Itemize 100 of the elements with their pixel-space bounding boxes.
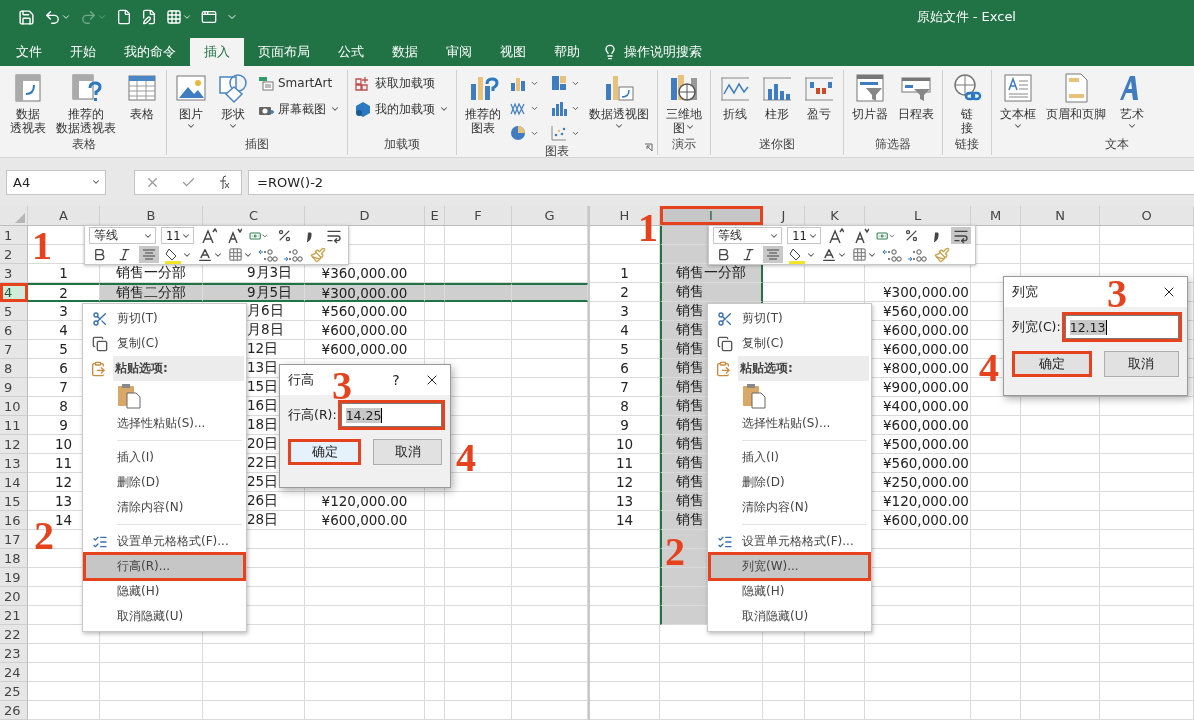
grid-button[interactable] (166, 9, 192, 25)
row-header[interactable]: 9 (0, 378, 28, 397)
ribbon-button[interactable]: 柱形 (757, 70, 797, 137)
tell-me-search[interactable]: 操作说明搜索 (594, 38, 702, 66)
grow-font-button[interactable] (826, 227, 846, 244)
row-header[interactable]: 8 (0, 359, 28, 378)
increase-decimal-button[interactable] (882, 246, 902, 263)
row-header[interactable]: 23 (0, 644, 28, 663)
column-header[interactable]: E (425, 206, 445, 225)
row-header[interactable]: 2 (0, 245, 28, 264)
menu-item[interactable]: 设置单元格格式(F)... (85, 529, 244, 554)
dialog-button[interactable]: 确定 (1012, 351, 1092, 377)
decrease-decimal-button[interactable] (283, 246, 303, 263)
ribbon-button[interactable]: 链 接 (947, 70, 987, 137)
row-header[interactable]: 4 (0, 283, 28, 302)
decrease-decimal-button[interactable] (907, 246, 927, 263)
font-name-field[interactable]: 等线 (713, 227, 783, 244)
ribbon-button[interactable]: 切片器 (848, 70, 892, 137)
row-header[interactable]: 1 (0, 226, 28, 245)
row-header[interactable]: 10 (0, 397, 28, 416)
undo-button[interactable] (44, 8, 71, 26)
font-name-field[interactable]: 等线 (89, 227, 157, 244)
paste-option-icon[interactable] (117, 383, 141, 409)
grow-font-button[interactable] (199, 227, 219, 244)
menu-item[interactable]: 隐藏(H) (85, 579, 244, 604)
dialog-button[interactable]: 取消 (1103, 351, 1179, 377)
dialog-button[interactable]: 取消 (373, 439, 442, 465)
row-header[interactable]: 13 (0, 454, 28, 473)
ribbon-tab[interactable]: 帮助 (540, 38, 594, 66)
row-header[interactable]: 22 (0, 625, 28, 644)
wrap-text-button[interactable] (951, 227, 971, 244)
row-header[interactable]: 7 (0, 340, 28, 359)
ribbon-button[interactable]: 推荐的 图表 (461, 70, 505, 144)
row-header[interactable]: 16 (0, 511, 28, 530)
column-header[interactable]: G (512, 206, 588, 225)
column-header[interactable]: N (1021, 206, 1100, 225)
ribbon-tab[interactable]: 视图 (486, 38, 540, 66)
row-header[interactable]: 15 (0, 492, 28, 511)
new-file-button[interactable] (116, 9, 132, 25)
save-button[interactable] (18, 8, 35, 26)
dialog-launcher-icon[interactable] (644, 143, 653, 152)
ribbon-button[interactable]: 推荐的 数据透视表 (52, 70, 120, 137)
ribbon-button[interactable]: 屏幕截图 (255, 98, 343, 120)
row-header[interactable]: 21 (0, 606, 28, 625)
ribbon-button[interactable]: 图片 (171, 70, 211, 137)
ribbon-tab[interactable]: 开始 (56, 38, 110, 66)
menu-item[interactable]: 取消隐藏(U) (710, 604, 869, 629)
window-button[interactable] (201, 9, 217, 25)
font-size-field[interactable]: 11 (161, 227, 194, 244)
ribbon-button[interactable]: 获取加载项 (352, 72, 452, 94)
column-header[interactable]: F (445, 206, 512, 225)
ribbon-button[interactable]: 文本框 (996, 70, 1040, 137)
row-header[interactable]: 26 (0, 701, 28, 720)
column-header[interactable]: I (660, 206, 763, 225)
row-header[interactable]: 12 (0, 435, 28, 454)
ribbon-button[interactable]: 艺术 (1112, 70, 1152, 137)
ribbon-tab[interactable]: 插入 (190, 38, 244, 66)
menu-item[interactable]: 隐藏(H) (710, 579, 869, 604)
ribbon-tab[interactable]: 页面布局 (244, 38, 324, 66)
row-header[interactable]: 17 (0, 530, 28, 549)
font-color-button[interactable] (197, 246, 223, 263)
help-button[interactable]: ? (378, 372, 414, 388)
ribbon-button[interactable]: 数据 透视表 (6, 70, 50, 137)
ribbon-button[interactable]: 我的加载项 (352, 98, 452, 120)
row-header[interactable]: 24 (0, 663, 28, 682)
ribbon-button[interactable]: 折线 (715, 70, 755, 137)
column-header[interactable]: O (1100, 206, 1194, 225)
row-header[interactable]: 5 (0, 302, 28, 321)
edit-file-button[interactable] (141, 9, 157, 25)
fill-color-button[interactable] (164, 246, 192, 263)
fill-color-button[interactable] (788, 246, 816, 263)
ribbon-button[interactable]: 三维地 图 (662, 70, 706, 137)
row-header[interactable]: 11 (0, 416, 28, 435)
ribbon-tab[interactable]: 数据 (378, 38, 432, 66)
row-header[interactable]: 20 (0, 587, 28, 606)
increase-decimal-button[interactable] (258, 246, 278, 263)
ribbon-tab[interactable]: 审阅 (432, 38, 486, 66)
paste-option-icon[interactable] (742, 383, 766, 409)
menu-item[interactable]: 取消隐藏(U) (85, 604, 244, 629)
ribbon-button[interactable]: 表格 (122, 70, 162, 137)
input-field[interactable]: 14.25 (340, 403, 442, 427)
row-header[interactable]: 25 (0, 682, 28, 701)
row-header[interactable]: 19 (0, 568, 28, 587)
row-header[interactable]: 18 (0, 549, 28, 568)
ribbon-button[interactable]: 页眉和页脚 (1042, 70, 1110, 137)
ribbon-button[interactable]: 数据透视图 (585, 70, 653, 144)
ribbon-button[interactable]: SmartArt (255, 72, 343, 94)
font-size-field[interactable]: 11 (787, 227, 821, 244)
row-header[interactable]: 3 (0, 264, 28, 283)
row-header[interactable]: 14 (0, 473, 28, 492)
row-header[interactable]: 6 (0, 321, 28, 340)
ribbon-button[interactable]: 日程表 (894, 70, 938, 137)
ribbon-tab[interactable]: 公式 (324, 38, 378, 66)
formula-field[interactable]: =ROW()-2 (248, 169, 1194, 195)
name-box[interactable]: A4 (6, 169, 106, 195)
font-color-button[interactable] (821, 246, 847, 263)
ribbon-tab[interactable]: 我的命令 (110, 38, 190, 66)
menu-item[interactable]: 设置单元格格式(F)... (710, 529, 869, 554)
ribbon-tab[interactable]: 文件 (2, 38, 56, 66)
menu-item[interactable]: 列宽(W)... (710, 554, 869, 579)
